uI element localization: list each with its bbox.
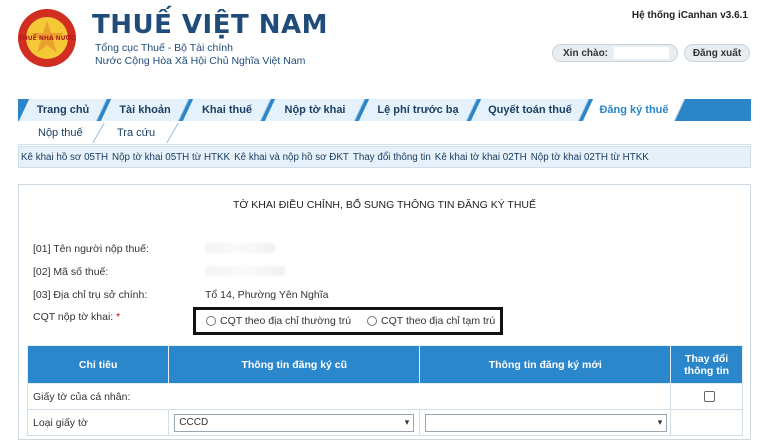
tab-tax-registration[interactable]: Đăng ký thuế [582, 99, 686, 121]
subnav-separator [92, 123, 105, 143]
tab-account-label: Tài khoản [119, 104, 171, 116]
system-version: Hệ thống iCanhan v3.6.1 [631, 10, 748, 21]
taxpayer-name-label: [01] Tên người nộp thuế: [33, 243, 149, 255]
head-office-address-label: [03] Địa chỉ trụ sở chính: [33, 289, 148, 301]
new-document-type-cell: ▾ [419, 409, 672, 436]
radio-circle-icon[interactable] [367, 316, 378, 326]
table-row: Loại giấy tờ CCCD ▾ ▾ [26, 409, 743, 436]
subnav-lookup[interactable]: Tra cứu [117, 124, 155, 142]
head-office-address-value: Tổ 14, Phường Yên Nghĩa [205, 289, 329, 301]
cqt-radio-group: CQT theo địa chỉ thường trú CQT theo địa… [193, 307, 503, 335]
tab-account[interactable]: Tài khoản [100, 99, 190, 121]
link-change-info[interactable]: Thay đổi thông tin [353, 152, 431, 163]
registration-links-bar: Kê khai hồ sơ 05TH Nộp tờ khai 05TH từ H… [18, 146, 751, 168]
col-change-info: Thay đổi thông tin [670, 345, 743, 384]
old-document-type-cell: CCCD ▾ [168, 409, 421, 436]
logout-button[interactable]: Đăng xuất [684, 44, 750, 62]
col-old-info: Thông tin đăng ký cũ [168, 345, 421, 384]
chevron-down-icon: ▾ [404, 417, 410, 427]
col-new-info: Thông tin đăng ký mới [419, 345, 672, 384]
greeting-box: Xin chào: [552, 44, 678, 62]
link-submit-05th-htkk[interactable]: Nộp tờ khai 05TH từ HTKK [112, 152, 230, 163]
greeting-label: Xin chào: [563, 47, 609, 59]
tab-home-label: Trang chủ [36, 104, 90, 116]
change-checkbox[interactable] [703, 391, 715, 402]
chevron-down-icon: ▾ [657, 417, 663, 427]
old-document-type-value: CCCD [179, 417, 209, 428]
tax-code-value-redacted [205, 266, 285, 276]
cqt-label-text: CQT nộp tờ khai: [33, 311, 114, 323]
tab-submit-declaration-label: Nộp tờ khai [284, 104, 346, 116]
radio-permanent-address-label: CQT theo địa chỉ thường trú [220, 315, 352, 327]
link-declare-05th[interactable]: Kê khai hồ sơ 05TH [21, 152, 108, 163]
personal-documents-label: Giấy tờ của cá nhân: [26, 383, 672, 410]
tax-code-label: [02] Mã số thuế: [33, 266, 109, 278]
tab-submit-declaration[interactable]: Nộp tờ khai [264, 99, 366, 121]
site-subtitle-agency: Tổng cục Thuế - Bộ Tài chính [95, 42, 233, 54]
registration-info-table: Chỉ tiêu Thông tin đăng ký cũ Thông tin … [26, 345, 743, 436]
radio-temporary-address-label: CQT theo địa chỉ tạm trú [381, 315, 496, 327]
tab-tax-finalization-label: Quyết toán thuế [488, 104, 572, 116]
new-document-type-select[interactable]: ▾ [425, 413, 668, 432]
tab-declare-tax-label: Khai thuế [201, 104, 253, 116]
col-criteria: Chỉ tiêu [26, 345, 170, 384]
radio-temporary-address[interactable]: CQT theo địa chỉ tạm trú [367, 315, 495, 327]
username-display [614, 47, 670, 59]
site-subtitle-country: Nước Cộng Hòa Xã Hội Chủ Nghĩa Việt Nam [95, 55, 306, 67]
link-declare-02th[interactable]: Kê khai tờ khai 02TH [435, 152, 527, 163]
tab-registration-fee[interactable]: Lệ phí trước bạ [358, 99, 478, 121]
old-document-type-select[interactable]: CCCD ▾ [174, 413, 415, 432]
tab-home[interactable]: Trang chủ [18, 99, 108, 121]
link-submit-02th-htkk[interactable]: Nộp tờ khai 02TH từ HTKK [531, 152, 649, 163]
site-title: THUẾ VIỆT NAM [92, 10, 329, 40]
tab-registration-fee-label: Lệ phí trước bạ [377, 104, 459, 116]
main-nav: Trang chủ Tài khoản Khai thuế Nộp tờ kha… [18, 99, 751, 121]
change-cell-empty [670, 409, 743, 436]
change-checkbox-cell [670, 383, 743, 410]
document-type-label: Loại giấy tờ [26, 409, 170, 436]
tab-tax-finalization[interactable]: Quyết toán thuế [470, 99, 590, 121]
sub-nav: Nộp thuế Tra cứu [18, 121, 751, 145]
tab-tax-registration-label: Đăng ký thuế [599, 104, 669, 116]
table-row: Giấy tờ của cá nhân: [26, 383, 743, 410]
taxpayer-name-value-redacted [205, 243, 275, 253]
radio-permanent-address[interactable]: CQT theo địa chỉ thường trú [206, 315, 351, 327]
site-header: THUẾ NHÀ NƯỚC THUẾ VIỆT NAM Tổng cục Thu… [0, 0, 780, 95]
link-declare-submit-dkt[interactable]: Kê khai và nộp hồ sơ ĐKT [234, 152, 349, 163]
subnav-separator [166, 123, 179, 143]
subnav-pay-tax[interactable]: Nộp thuế [38, 124, 83, 142]
cqt-label: CQT nộp tờ khai: * [33, 311, 120, 323]
declaration-form-panel: TỜ KHAI ĐIỀU CHỈNH, BỔ SUNG THÔNG TIN ĐĂ… [18, 184, 751, 440]
required-marker: * [116, 311, 121, 323]
logo-text: THUẾ NHÀ NƯỚC [18, 34, 76, 42]
form-title: TỜ KHAI ĐIỀU CHỈNH, BỔ SUNG THÔNG TIN ĐĂ… [232, 199, 537, 211]
tax-logo-icon: THUẾ NHÀ NƯỚC [18, 9, 76, 67]
radio-circle-icon[interactable] [206, 316, 216, 326]
tab-declare-tax[interactable]: Khai thuế [182, 99, 272, 121]
